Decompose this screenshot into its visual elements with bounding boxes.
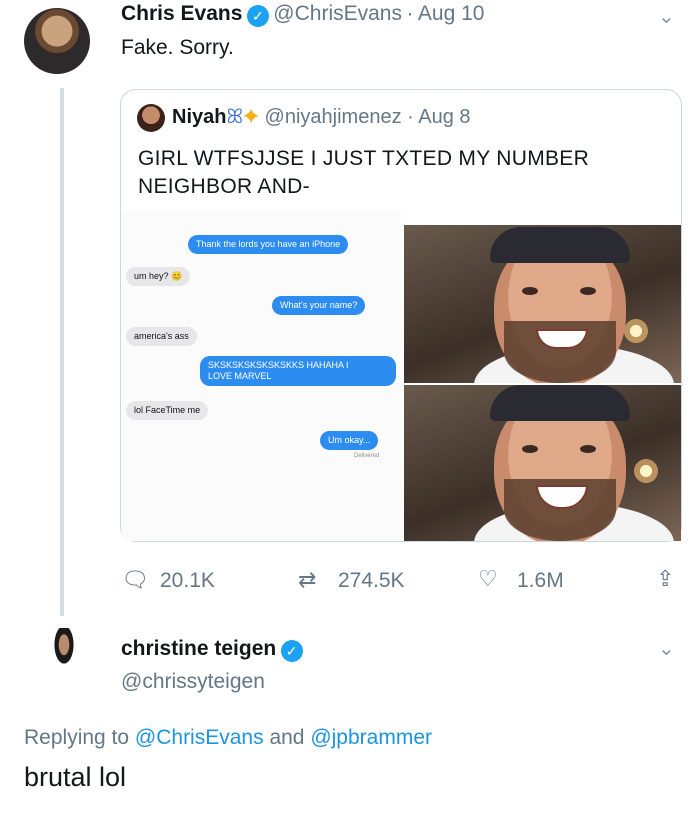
verified-badge-icon: ✓: [280, 639, 303, 662]
chat-bubble-received: america's ass: [126, 327, 197, 346]
mention-link[interactable]: @ChrisEvans: [135, 726, 264, 749]
chat-bubble-received: um hey? 😊: [126, 267, 191, 286]
butterfly-icon: ꕤ: [226, 106, 244, 128]
reply-author-handle[interactable]: @chrissyteigen: [121, 670, 265, 694]
replying-to: Replying to @ChrisEvans and @jpbrammer: [24, 726, 432, 750]
reply-icon[interactable]: 🗨: [121, 567, 149, 593]
facetime-photo-top[interactable]: [404, 225, 681, 383]
replying-to-label: Replying to: [24, 726, 130, 749]
retweet-icon[interactable]: ⇄: [298, 567, 316, 593]
author-avatar[interactable]: [24, 8, 90, 74]
mention-link[interactable]: @jpbrammer: [310, 726, 432, 749]
eye: [580, 287, 596, 295]
chat-bubble-sent: Um okay...: [320, 431, 379, 450]
quote-text-line2: NEIGHBOR AND-: [138, 175, 310, 198]
tweet-text: Fake. Sorry.: [121, 36, 234, 59]
cap: [490, 385, 630, 421]
quote-separator: ·: [407, 106, 414, 128]
sparkles-icon: ✦: [243, 106, 259, 128]
chevron-down-icon[interactable]: ⌄: [658, 4, 675, 29]
thread-line: [60, 88, 64, 616]
quote-author-name[interactable]: Niyah: [172, 106, 226, 128]
chat-bubble-sent: What's your name?: [272, 296, 366, 315]
separator: ·: [406, 2, 414, 25]
imessage-screenshot[interactable]: Thank the lords you have an iPhone um he…: [122, 211, 401, 541]
eye: [522, 445, 538, 453]
lamp-light: [622, 317, 650, 345]
chat-bubble-line: SKSKSKSKSKSKSKKS HAHAHA I: [208, 360, 349, 370]
retweet-count: 274.5K: [338, 569, 405, 592]
eye: [522, 287, 538, 295]
verified-badge-icon: ✓: [246, 4, 269, 27]
tweet-date[interactable]: Aug 10: [418, 2, 485, 25]
author-handle[interactable]: @ChrisEvans: [273, 2, 402, 25]
share-icon[interactable]: ⇪: [656, 566, 674, 592]
chat-bubble-sent: Thank the lords you have an iPhone: [188, 235, 349, 254]
quote-header: Niyahꕤ✦ @niyahjimenez · Aug 8: [172, 106, 471, 129]
reply-text: brutal lol: [24, 762, 127, 792]
chat-bubble-received: lol FaceTime me: [126, 401, 209, 420]
reply-author-avatar[interactable]: [34, 628, 94, 704]
chevron-down-icon[interactable]: ⌄: [658, 636, 675, 661]
cap: [490, 227, 630, 263]
eye: [580, 445, 596, 453]
lamp-light: [632, 457, 660, 485]
replying-to-and: and: [269, 726, 305, 749]
delivered-status: Delivered: [354, 453, 380, 459]
facetime-photo-bottom[interactable]: [404, 385, 681, 541]
quote-author-avatar[interactable]: [137, 104, 165, 132]
reply-header: christine teigen ✓: [121, 637, 303, 662]
quote-author-handle[interactable]: @niyahjimenez: [265, 106, 402, 128]
like-count: 1.6M: [517, 569, 564, 592]
heart-icon[interactable]: ♡: [478, 566, 498, 592]
quote-date[interactable]: Aug 8: [418, 106, 470, 128]
tweet-header: Chris Evans ✓ @ChrisEvans · Aug 10: [121, 2, 484, 27]
author-name[interactable]: Chris Evans: [121, 2, 242, 25]
chat-bubble-sent: SKSKSKSKSKSKSKKS HAHAHA I LOVE MARVEL: [200, 356, 396, 386]
quote-text-line1: GIRL WTFSJJSE I JUST TXTED MY NUMBER: [138, 147, 590, 170]
reply-count: 20.1K: [160, 569, 215, 592]
reply-author-name[interactable]: christine teigen: [121, 637, 276, 660]
chat-bubble-line: LOVE MARVEL: [208, 371, 272, 381]
